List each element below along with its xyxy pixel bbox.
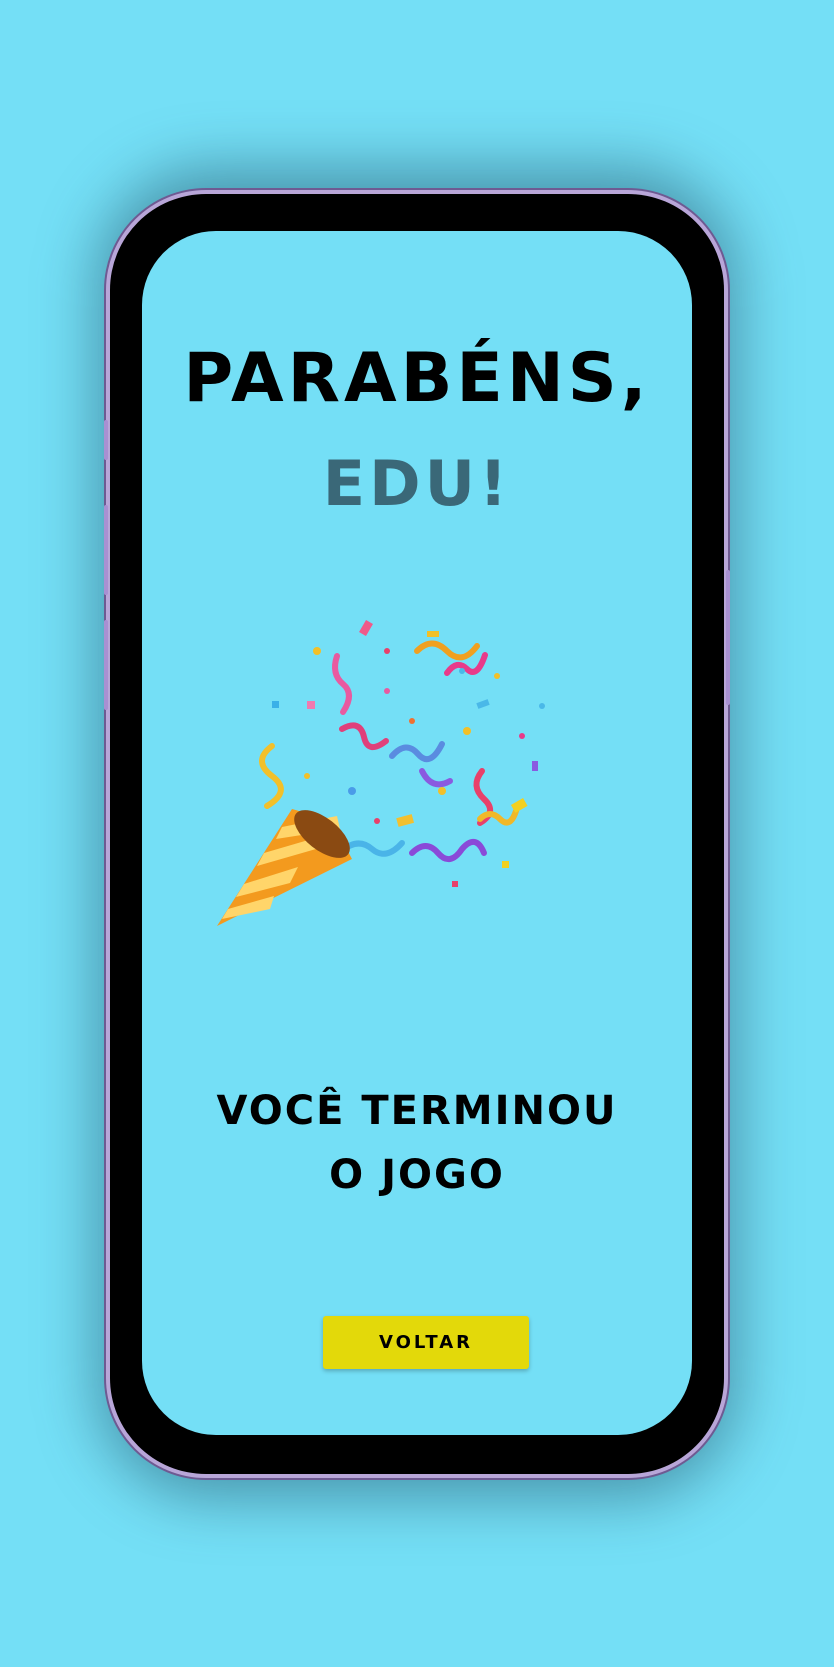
side-button-power [726,570,730,705]
app-screen: PARABÉNS, EDU! VOCÊ TERMINOU O JOGO VOLT… [142,231,692,1435]
completion-message-line2: O JOGO [329,1152,505,1198]
congrats-title: PARABÉNS, [183,339,651,418]
side-button-volume-down [104,620,108,710]
completion-message-line1: VOCÊ TERMINOU [216,1088,618,1134]
player-name: EDU! [322,447,512,520]
completion-message: VOCÊ TERMINOU O JOGO [142,1079,692,1207]
side-button-volume-up [104,505,108,595]
party-popper-icon [217,619,545,926]
back-button[interactable]: VOLTAR [323,1316,529,1369]
side-button-mute [104,420,108,460]
